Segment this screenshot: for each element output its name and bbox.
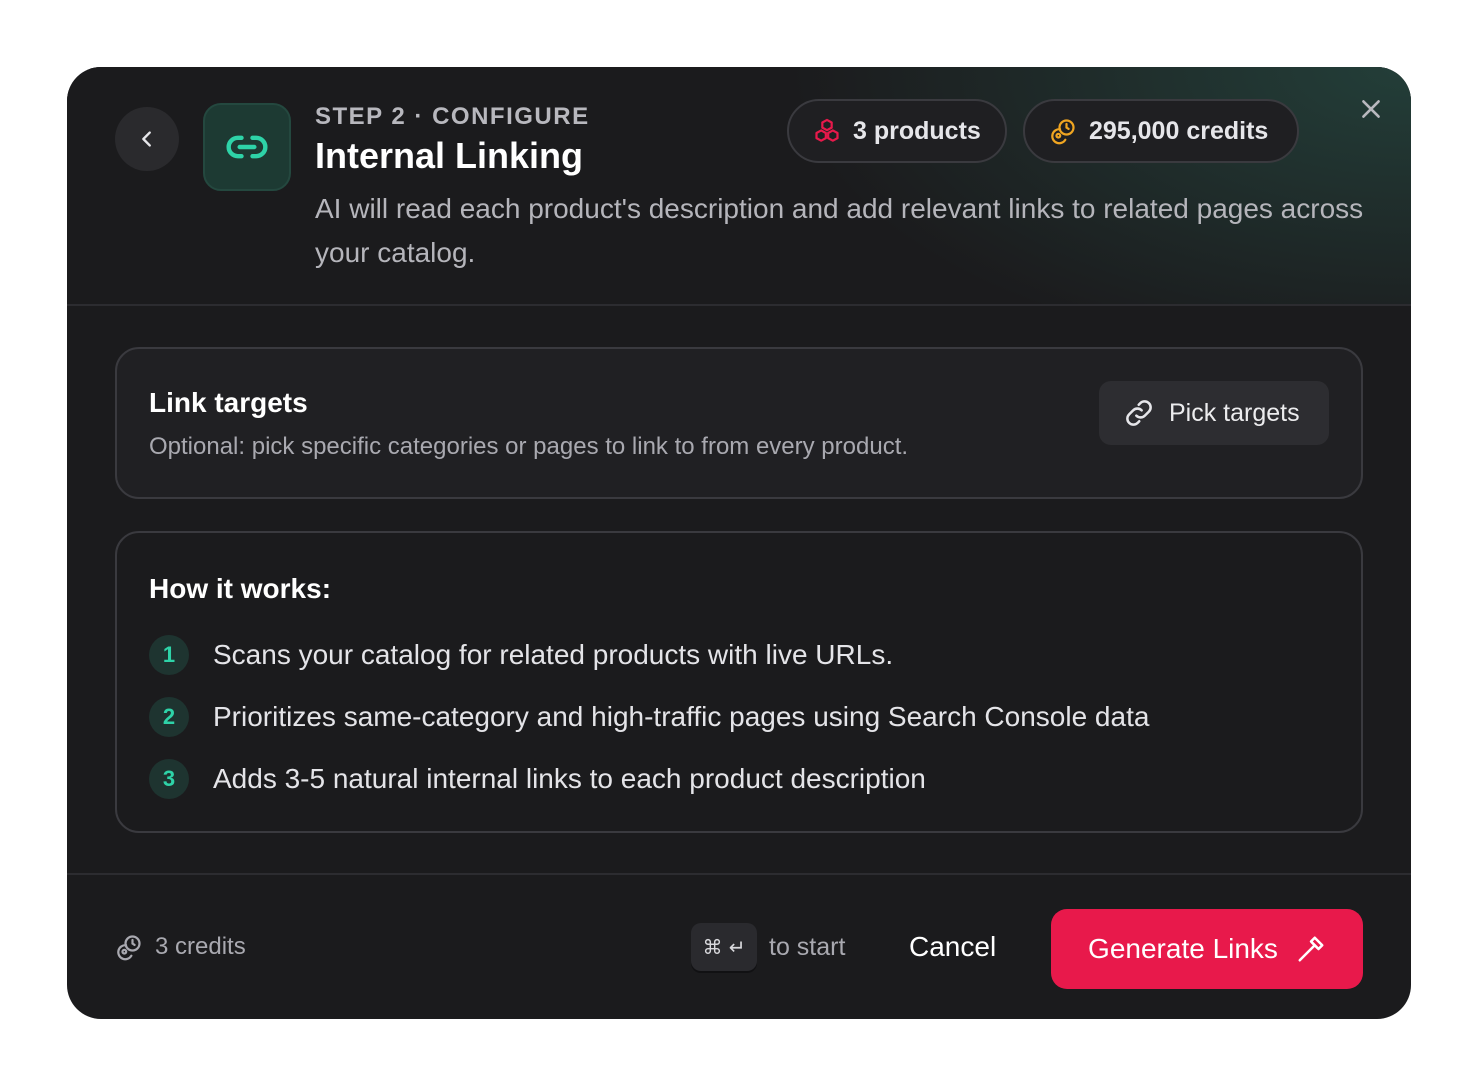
wand-icon bbox=[1298, 936, 1324, 962]
keyboard-shortcut: ⌘ ↵ bbox=[691, 923, 757, 971]
step-text: Adds 3-5 natural internal links to each … bbox=[213, 763, 926, 794]
step-number: 1 bbox=[149, 635, 189, 675]
generate-links-label: Generate Links bbox=[1088, 933, 1278, 964]
credits-pill[interactable]: 295,000 credits bbox=[1023, 99, 1299, 163]
cancel-button[interactable]: Cancel bbox=[893, 921, 1012, 973]
link-icon bbox=[1126, 400, 1152, 426]
link-targets-card: Link targets Optional: pick specific cat… bbox=[115, 347, 1363, 499]
page-title: Internal Linking bbox=[315, 135, 584, 176]
page-description: AI will read each product's description … bbox=[315, 193, 1364, 268]
generate-links-button[interactable]: Generate Links bbox=[1051, 909, 1363, 989]
pick-targets-button[interactable]: Pick targets bbox=[1099, 381, 1329, 445]
internal-linking-modal: STEP 2 · CONFIGURE Internal Linking AI w… bbox=[67, 67, 1411, 1019]
pick-targets-label: Pick targets bbox=[1169, 398, 1300, 427]
credits-balance: 295,000 credits bbox=[1089, 116, 1269, 145]
link-targets-subtitle: Optional: pick specific categories or pa… bbox=[149, 433, 909, 460]
credit-cost: 3 credits bbox=[115, 933, 246, 961]
step-text: Scans your catalog for related products … bbox=[213, 639, 894, 670]
chevron-left-icon bbox=[142, 131, 151, 147]
list-item: 3 Adds 3-5 natural internal links to eac… bbox=[149, 759, 926, 799]
step-number: 2 bbox=[149, 697, 189, 737]
link-targets-title: Link targets bbox=[149, 387, 308, 418]
shortcut-hint: to start bbox=[769, 933, 846, 961]
back-button[interactable] bbox=[115, 107, 179, 171]
modal-header: STEP 2 · CONFIGURE Internal Linking AI w… bbox=[67, 67, 1411, 306]
step-text: Prioritizes same-category and high-traff… bbox=[213, 701, 1150, 732]
close-icon bbox=[1362, 100, 1380, 118]
how-it-works-card: How it works: 1 Scans your catalog for r… bbox=[115, 531, 1363, 833]
coins-icon bbox=[117, 935, 141, 961]
list-item: 1 Scans your catalog for related product… bbox=[149, 635, 893, 675]
products-count: 3 products bbox=[853, 116, 981, 145]
how-it-works-title: How it works: bbox=[149, 573, 332, 604]
list-item: 2 Prioritizes same-category and high-tra… bbox=[149, 697, 1149, 737]
products-pill[interactable]: 3 products bbox=[787, 99, 1007, 163]
credit-cost-label: 3 credits bbox=[155, 933, 246, 960]
link-icon bbox=[226, 135, 268, 159]
close-button[interactable] bbox=[1353, 91, 1389, 127]
cubes-icon bbox=[815, 118, 839, 142]
step-number: 3 bbox=[149, 759, 189, 799]
coins-icon bbox=[1051, 119, 1075, 145]
step-label: STEP 2 · CONFIGURE bbox=[315, 103, 590, 130]
modal-footer: 3 credits ⌘ ↵ to start Cancel Generate L… bbox=[67, 873, 1411, 1019]
tool-icon-badge bbox=[203, 103, 291, 191]
